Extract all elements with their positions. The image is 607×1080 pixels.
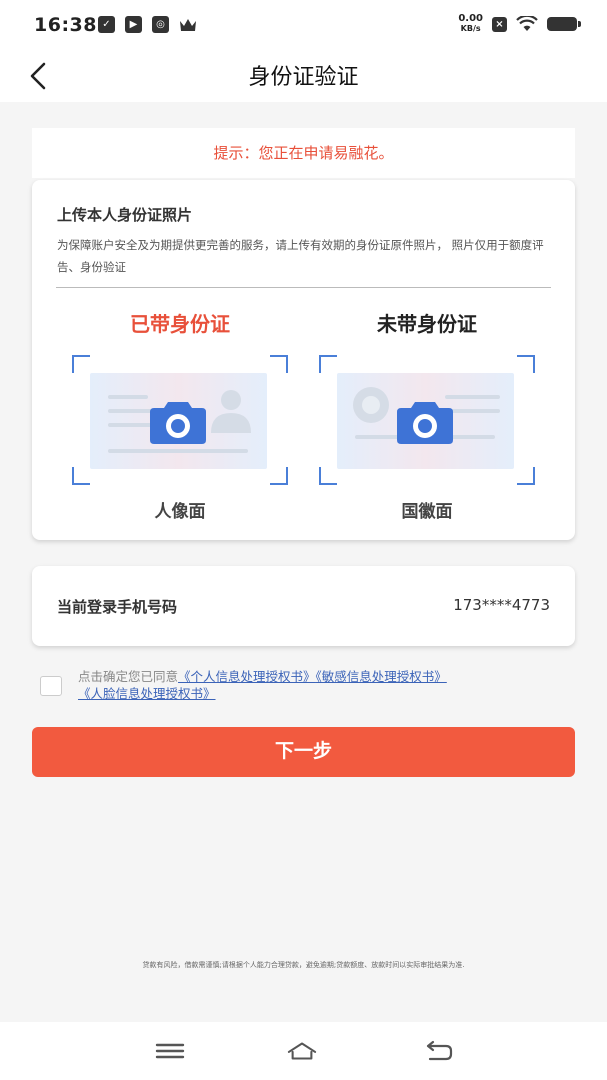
notice-banner: 提示：您正在申请易融花。 — [32, 128, 575, 178]
frame-corner — [270, 355, 288, 373]
top-navigation-bar: 身份证验证 — [0, 50, 607, 102]
notification-icons: ✓ ▶ ◎ — [98, 16, 197, 33]
frame-corner — [517, 467, 535, 485]
home-icon[interactable] — [287, 1040, 317, 1062]
portrait-silhouette-icon — [211, 390, 251, 433]
id-back-placeholder — [337, 373, 514, 469]
frame-corner — [319, 467, 337, 485]
status-bar: 16:38 ✓ ▶ ◎ 0.00 KB/s × — [0, 0, 607, 50]
play-icon: ▶ — [125, 16, 142, 33]
no-sim-icon: × — [492, 16, 507, 32]
placeholder-line — [445, 409, 500, 413]
menu-icon[interactable] — [155, 1040, 185, 1062]
frame-corner — [72, 355, 90, 373]
page-title: 身份证验证 — [248, 65, 359, 90]
id-back-upload[interactable] — [317, 355, 537, 485]
network-speed-value: 0.00 — [458, 13, 483, 24]
with-id-heading: 已带身份证 — [130, 312, 230, 336]
upload-title: 上传本人身份证照片 — [57, 206, 193, 224]
frame-corner — [517, 355, 535, 373]
divider — [56, 287, 551, 288]
next-step-button[interactable]: 下一步 — [32, 727, 575, 777]
placeholder-line — [108, 395, 148, 399]
placeholder-line — [445, 395, 500, 399]
agreement-prefix: 点击确定您已同意 — [78, 669, 179, 684]
id-upload-card: 上传本人身份证照片 为保障账户安全及为期提供更完善的服务，请上传有效期的身份证原… — [32, 180, 575, 540]
id-front-column: 已带身份证 人像面 — [70, 308, 290, 522]
back-caption: 国徽面 — [401, 502, 453, 522]
phone-number-card: 当前登录手机号码 173****4773 — [32, 566, 575, 646]
frame-corner — [270, 467, 288, 485]
crown-icon — [180, 18, 196, 31]
front-caption: 人像面 — [154, 502, 206, 522]
camera-icon — [150, 402, 206, 444]
agreement-text: 点击确定您已同意《个人信息处理授权书》《敏感信息处理授权书》 《人脸信息处理授权… — [78, 668, 578, 702]
agreement-checkbox[interactable] — [40, 676, 62, 696]
personal-info-auth-link[interactable]: 《个人信息处理授权书》 — [178, 669, 316, 684]
without-id-heading: 未带身份证 — [377, 312, 477, 336]
risk-disclaimer: 贷款有风险，借款需谨慎;请根据个人能力合理贷款，避免逾期;贷款额度、放款时间以实… — [142, 961, 465, 969]
network-speed-unit: KB/s — [460, 24, 481, 33]
frame-corner — [319, 355, 337, 373]
status-time: 16:38 — [34, 14, 97, 36]
back-icon[interactable] — [424, 1040, 454, 1062]
system-indicators: 0.00 KB/s × — [458, 14, 581, 34]
id-front-upload[interactable] — [70, 355, 290, 485]
wifi-icon — [516, 16, 538, 31]
camera-app-icon: ◎ — [152, 16, 169, 33]
phone-label: 当前登录手机号码 — [57, 598, 178, 616]
frame-corner — [72, 467, 90, 485]
id-back-column: 未带身份证 国徽面 — [317, 308, 537, 522]
system-navigation-bar — [0, 1022, 607, 1080]
network-speed: 0.00 KB/s — [458, 14, 483, 34]
camera-icon — [397, 402, 453, 444]
upload-description: 为保障账户安全及为期提供更完善的服务，请上传有效期的身份证原件照片， 照片仅用于… — [57, 238, 544, 274]
phone-value: 173****4773 — [453, 596, 550, 614]
placeholder-line — [108, 423, 153, 427]
id-front-placeholder — [90, 373, 267, 469]
checklist-icon: ✓ — [98, 16, 115, 33]
face-info-auth-link[interactable]: 《人脸信息处理授权书》 — [78, 686, 216, 701]
emblem-icon — [353, 387, 389, 423]
battery-icon — [547, 17, 581, 31]
sensitive-info-auth-link[interactable]: 《敏感信息处理授权书》 — [316, 669, 447, 684]
placeholder-line — [108, 449, 248, 453]
